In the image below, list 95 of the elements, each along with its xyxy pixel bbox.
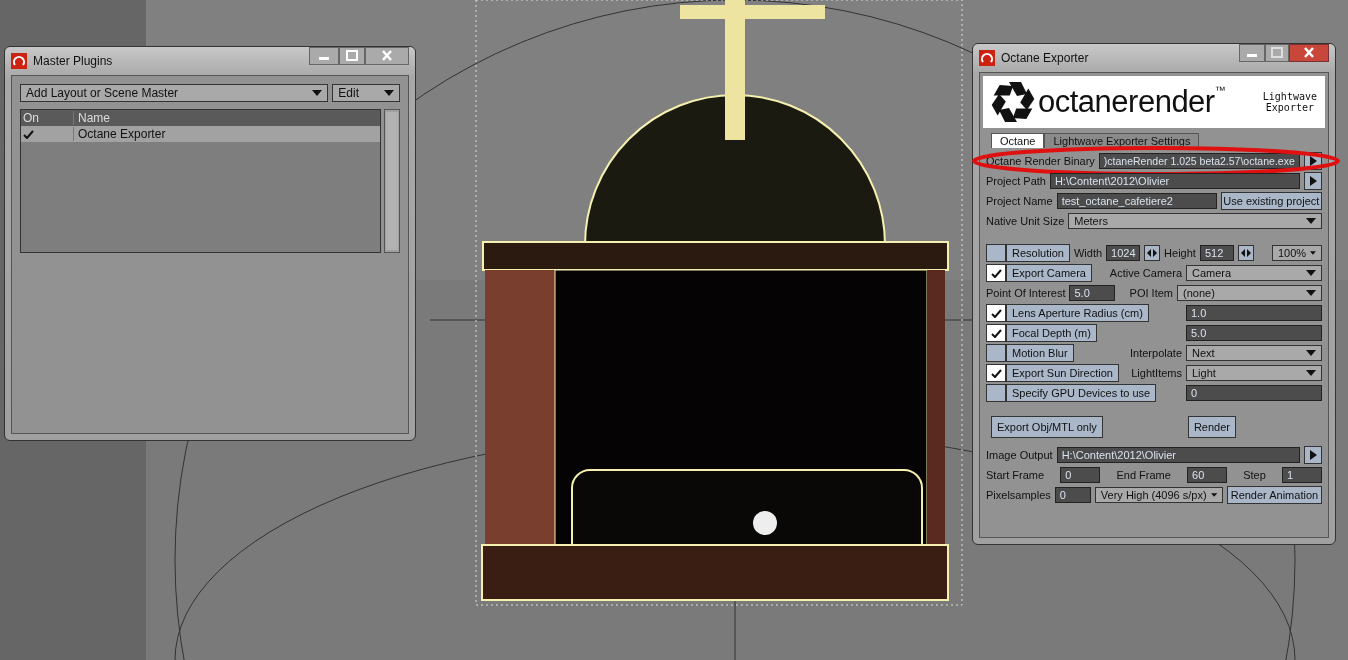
logo-subtitle: Lightwave Exporter <box>1262 91 1317 113</box>
field-label: Project Name <box>986 195 1053 207</box>
field-label: Project Path <box>986 175 1046 187</box>
checkbox[interactable] <box>986 364 1006 382</box>
checkbox[interactable] <box>986 324 1006 342</box>
option-toggle-button[interactable]: Lens Aperture Radius (cm) <box>1006 304 1149 322</box>
browse-button[interactable] <box>1304 172 1322 190</box>
field-label: Native Unit Size <box>986 215 1065 227</box>
option-toggle-button[interactable]: Focal Depth (m) <box>1006 324 1097 342</box>
export-obj-button[interactable]: Export Obj/MTL only <box>991 416 1103 438</box>
logo-text: octanerender$^{™}$ <box>1038 84 1226 120</box>
checkbox[interactable] <box>986 244 1006 262</box>
aperture-logo-icon <box>991 80 1035 124</box>
option-value-field[interactable]: 1.0 <box>1186 305 1322 321</box>
option-dropdown[interactable]: Camera <box>1186 265 1322 281</box>
plugin-row[interactable]: Octane Exporter <box>21 126 381 142</box>
field-label: Point Of Interest <box>986 287 1066 299</box>
field-label: Interpolate <box>1130 347 1182 359</box>
caret-icon <box>1306 270 1316 276</box>
browse-button[interactable] <box>1304 446 1322 464</box>
pixelsamples-field[interactable]: 0 <box>1054 487 1091 503</box>
play-icon <box>1309 450 1317 460</box>
checkbox[interactable] <box>986 304 1006 322</box>
caret-icon <box>1310 250 1316 256</box>
field-label: Step <box>1243 469 1266 481</box>
spinner-button[interactable] <box>1144 245 1161 261</box>
close-icon[interactable] <box>1289 44 1329 62</box>
window-title: Master Plugins <box>33 54 113 68</box>
option-toggle-button[interactable]: Export Sun Direction <box>1006 364 1119 382</box>
field-label: Start Frame <box>986 469 1045 481</box>
left-right-arrows-icon <box>1240 249 1251 257</box>
column-header: On <box>22 111 40 125</box>
poi-item-dropdown[interactable]: (none) <box>1177 285 1322 301</box>
window-title: Octane Exporter <box>1001 51 1089 65</box>
render-button[interactable]: Render <box>1187 416 1236 438</box>
frame-field[interactable]: 0 <box>1060 467 1101 483</box>
option-toggle-button[interactable]: Export Camera <box>1006 264 1092 282</box>
checkbox[interactable] <box>986 384 1006 402</box>
add-master-dropdown[interactable]: Add Layout or Scene Master <box>20 84 329 102</box>
check-icon <box>990 328 1002 338</box>
close-icon[interactable] <box>365 47 409 65</box>
tab[interactable]: Octane <box>991 133 1045 148</box>
plugin-name: Octane Exporter <box>73 127 381 141</box>
frame-field[interactable]: 1 <box>1282 467 1322 483</box>
column-header: Name <box>73 111 381 125</box>
option-value-field[interactable]: 5.0 <box>1186 325 1322 341</box>
app-logo-icon <box>979 50 995 66</box>
checkbox[interactable] <box>986 264 1006 282</box>
caret-icon <box>312 90 323 96</box>
unit-size-dropdown[interactable]: Meters <box>1068 213 1322 229</box>
check-icon <box>990 368 1002 378</box>
caret-icon <box>384 90 394 96</box>
height-field[interactable]: 512 <box>1199 245 1234 261</box>
caret-icon <box>1306 218 1316 224</box>
field-label: Octane Render Binary <box>986 155 1095 167</box>
option-toggle-button[interactable]: Specify GPU Devices to use <box>1006 384 1157 402</box>
edit-dropdown[interactable]: Edit <box>332 84 400 102</box>
maximize-icon[interactable] <box>339 47 365 65</box>
field-label: End Frame <box>1116 469 1171 481</box>
spinner-button[interactable] <box>1237 245 1254 261</box>
resolution-toggle-button[interactable]: Resolution <box>1006 244 1070 262</box>
field-label: Pixelsamples <box>986 489 1051 501</box>
maximize-icon[interactable] <box>1265 44 1289 62</box>
width-field[interactable]: 1024 <box>1106 245 1141 261</box>
minimize-icon[interactable] <box>1239 44 1265 62</box>
frame-field[interactable]: 60 <box>1187 467 1227 483</box>
field-label: Height <box>1164 247 1196 259</box>
option-value-field[interactable]: 0 <box>1186 385 1322 401</box>
field-label: LightItems <box>1131 367 1182 379</box>
field-label: Image Output <box>986 449 1053 461</box>
field-label: Width <box>1074 247 1103 259</box>
image-output-field[interactable]: H:\Content\2012\Olivier <box>1056 447 1300 463</box>
field-label: Active Camera <box>1109 267 1182 279</box>
app-logo-icon <box>11 53 27 69</box>
option-dropdown[interactable]: Light <box>1186 365 1322 381</box>
use-existing-project-button[interactable]: Use existing project <box>1220 192 1322 210</box>
caret-icon <box>1306 370 1316 376</box>
field-label: POI Item <box>1129 287 1173 299</box>
project-path-field[interactable]: H:\Content\2012\Olivier <box>1049 173 1300 189</box>
left-right-arrows-icon <box>1147 249 1158 257</box>
point-of-interest-field[interactable]: 5.0 <box>1069 285 1116 301</box>
caret-icon <box>1306 290 1316 296</box>
option-toggle-button[interactable]: Motion Blur <box>1006 344 1074 362</box>
quality-dropdown[interactable]: Very High (4096 s/px) <box>1094 487 1223 503</box>
caret-icon <box>1306 350 1316 356</box>
minimize-icon[interactable] <box>309 47 339 65</box>
caret-icon <box>1210 492 1217 498</box>
binary-path-field[interactable]: )ctaneRender 1.025 beta2.57\octane.exe <box>1098 153 1300 169</box>
check-icon <box>990 268 1002 278</box>
project-name-field[interactable]: test_octane_cafetiere2 <box>1056 193 1217 209</box>
option-dropdown[interactable]: Next <box>1186 345 1322 361</box>
render-animation-button[interactable]: Render Animation <box>1226 486 1322 504</box>
checkbox[interactable] <box>986 344 1006 362</box>
scale-dropdown[interactable]: 100% <box>1272 245 1322 261</box>
check-icon <box>990 308 1002 318</box>
